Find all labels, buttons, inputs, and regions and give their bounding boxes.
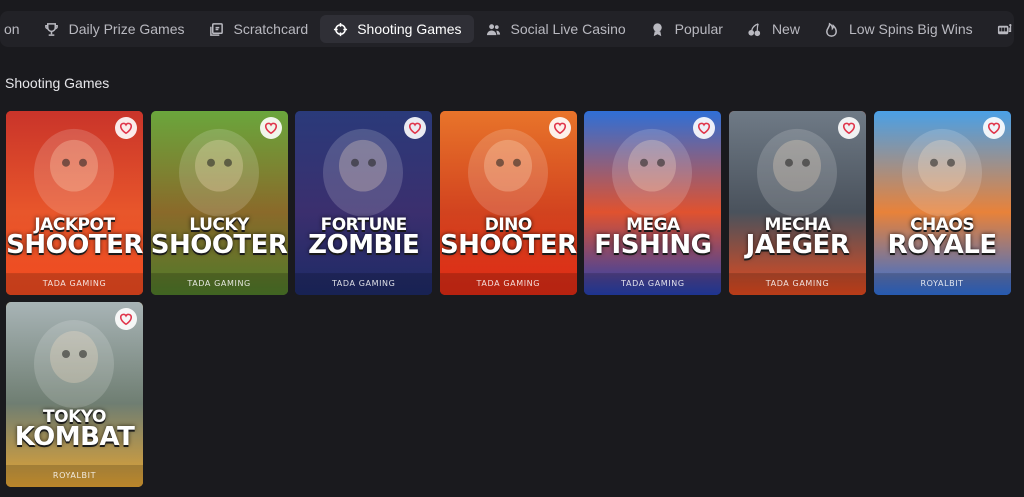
tab-shooting-games[interactable]: Shooting Games [320, 15, 474, 43]
game-title-line-2: KOMBAT [14, 422, 135, 453]
game-provider: TADA GAMING [476, 279, 541, 288]
game-card[interactable]: LUCKY SHOOTER TADA GAMING [150, 111, 288, 295]
slot-machine-icon [997, 21, 1013, 37]
games-grid: JACKPOT SHOOTER TADA GAMING LUCKY SHOOTER TAD… [6, 111, 1016, 491]
category-tabs: on Daily Prize Games Scratchcard Shooting G… [0, 11, 1014, 47]
game-card[interactable]: CHAOS ROYALE ROYALBIT [873, 111, 1011, 295]
heart-icon[interactable] [982, 117, 1005, 139]
game-card[interactable]: TOKYO KOMBAT ROYALBIT [6, 302, 143, 487]
game-title-line-2: SHOOTER [150, 230, 288, 261]
heart-icon[interactable] [838, 117, 860, 139]
game-provider: ROYALBIT [920, 279, 964, 288]
game-card[interactable]: FORTUNE ZOMBIE TADA GAMING [295, 111, 433, 295]
game-title: CHAOS ROYALE [874, 216, 1011, 261]
tab-low-spins-big-wins[interactable]: Low Spins Big Wins [812, 15, 985, 43]
game-provider: TADA GAMING [187, 279, 251, 288]
heart-icon[interactable] [115, 117, 137, 139]
tab-popular[interactable]: Popular [638, 15, 735, 43]
game-title-line-2: ZOMBIE [308, 230, 420, 261]
tab-social-live-casino[interactable]: Social Live Casino [474, 15, 638, 43]
tab-daily-prize-games[interactable]: Daily Prize Games [32, 15, 197, 43]
game-title: MEGA FISHING [584, 216, 721, 261]
game-provider: TADA GAMING [331, 279, 396, 288]
tab-classic-slots[interactable]: Classic Slots [985, 15, 1014, 43]
medal-icon [650, 21, 666, 37]
tab-label: on [4, 21, 20, 37]
game-card[interactable]: MEGA FISHING TADA GAMING [584, 111, 722, 295]
game-title-line-2: JAEGER [745, 230, 850, 261]
tab-scratchcard[interactable]: Scratchcard [197, 15, 321, 43]
game-title: TOKYO KOMBAT [6, 408, 143, 453]
game-title: JACKPOT SHOOTER [6, 216, 143, 261]
tab-on[interactable]: on [0, 15, 32, 43]
game-provider: TADA GAMING [42, 279, 107, 288]
heart-icon[interactable] [259, 117, 282, 139]
game-artwork [873, 111, 1011, 295]
game-card[interactable]: MECHA JAEGER TADA GAMING [729, 111, 866, 295]
game-title: MECHA JAEGER [729, 216, 866, 261]
game-title: LUCKY SHOOTER [150, 216, 288, 261]
game-title: DINO SHOOTER [439, 216, 577, 261]
game-title-line-2: SHOOTER [439, 230, 577, 261]
tab-label: New [771, 21, 800, 37]
tab-label: Social Live Casino [510, 21, 626, 37]
heart-icon[interactable] [548, 117, 571, 139]
tab-label: Popular [674, 21, 723, 37]
game-artwork [6, 302, 143, 487]
crosshair-icon [332, 21, 348, 37]
game-title: FORTUNE ZOMBIE [295, 216, 432, 261]
game-title-line-2: SHOOTER [6, 230, 143, 261]
game-card[interactable]: JACKPOT SHOOTER TADA GAMING [6, 111, 143, 295]
game-card[interactable]: DINO SHOOTER TADA GAMING [439, 111, 577, 295]
users-icon [486, 21, 502, 37]
trophy-icon [44, 21, 60, 37]
heart-icon[interactable] [115, 308, 137, 330]
section-title: Shooting Games [5, 75, 110, 91]
game-artwork [150, 111, 288, 295]
flame-icon [824, 21, 840, 37]
scratchcard-icon [209, 21, 225, 37]
cherries-icon [747, 21, 763, 37]
tab-label: Low Spins Big Wins [848, 21, 973, 37]
tab-label: Scratchcard [233, 21, 309, 37]
game-title-line-2: FISHING [594, 230, 712, 261]
game-provider: TADA GAMING [621, 279, 685, 288]
tab-label: Daily Prize Games [68, 21, 185, 37]
tab-label: Shooting Games [357, 21, 462, 37]
tab-new[interactable]: New [735, 15, 812, 43]
game-title-line-2: ROYALE [887, 230, 998, 261]
game-provider: ROYALBIT [52, 471, 97, 480]
game-provider: TADA GAMING [765, 279, 830, 288]
